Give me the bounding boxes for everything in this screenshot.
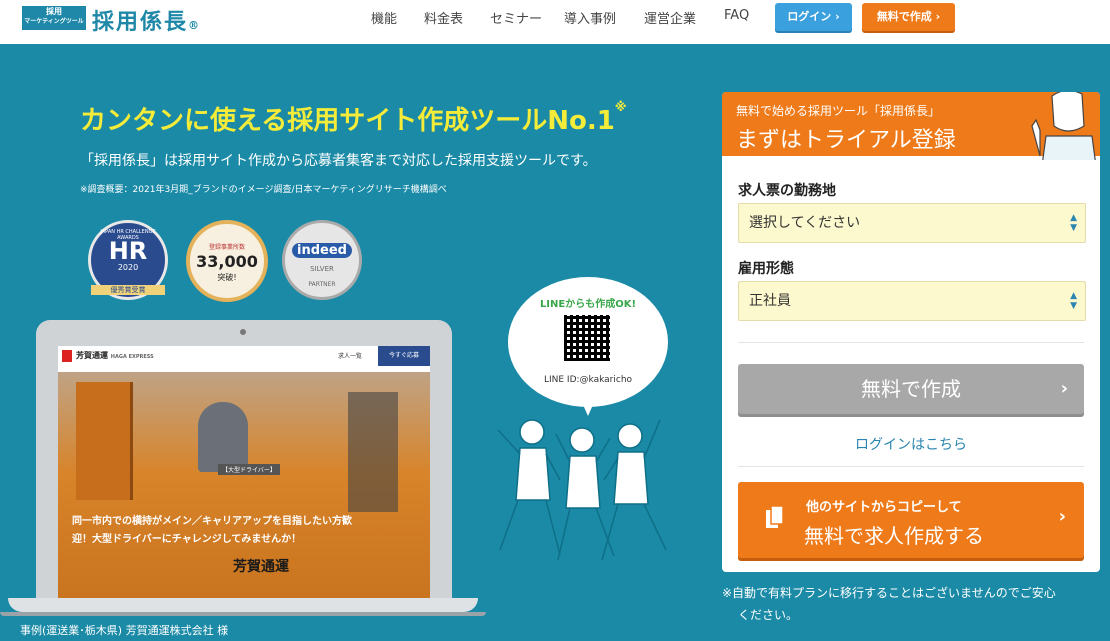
chevron-right-icon: ›	[1060, 378, 1068, 399]
laptop-base-edge	[0, 612, 486, 616]
line-qr-code[interactable]	[564, 315, 610, 361]
free-create-button[interactable]: 無料で作成 ›	[738, 364, 1084, 414]
registrations-top: 登録事業所数	[208, 244, 245, 251]
copy-button-main-text: 無料で求人作成する	[804, 524, 984, 548]
hero-survey-note: ※調査概要：2021年3月期_ブランドのイメージ調査/日本マーケティングリサーチ…	[80, 185, 447, 195]
site-caption-line2: 迎！大型ドライバーにチャレンジしてみませんか！	[72, 534, 302, 545]
logo-badge-line2: マーケティングツール	[24, 18, 84, 25]
hr-award-badge: JAPAN HR CHALLENGE AWARDS HR 2020 優秀賞受賞	[88, 220, 168, 300]
nav-pricing[interactable]: 料金表	[424, 8, 463, 27]
indeed-logo-text: indeed	[292, 243, 352, 258]
line-id-label: LINE ID:@kakaricho	[543, 375, 633, 385]
line-speech-bubble: LINEからも作成OK! LINE ID:@kakaricho	[508, 277, 668, 407]
location-select-value: 選択してください	[749, 215, 861, 231]
logo-text: 採用係長	[92, 9, 189, 35]
header-free-create-button[interactable]: 無料で作成 ›	[862, 3, 955, 31]
trial-signup-card: 無料で始める採用ツール「採用係長」 まずはトライアル登録 求人票の勤務地 選択し…	[722, 92, 1100, 572]
hero-title-mark: ※	[614, 100, 627, 114]
truck-company-text: 芳賀通運	[233, 559, 289, 575]
laptop-base	[8, 598, 478, 612]
card-title: まずはトライアル登録	[736, 128, 956, 153]
hero-title: カンタンに使える採用サイト作成ツールNo.1※	[80, 100, 626, 137]
select-arrows-icon: ▲ ▼	[1070, 213, 1077, 233]
site-caption-line1: 同一市内での横持がメイン／キャリアアップを目指したい方歓	[72, 516, 352, 527]
select-arrows-icon: ▲ ▼	[1070, 291, 1077, 311]
employment-select[interactable]: 正社員 ▲ ▼	[738, 281, 1086, 321]
form-divider	[738, 342, 1084, 343]
employment-label: 雇用形態	[738, 261, 794, 277]
nav-features[interactable]: 機能	[371, 8, 397, 27]
hr-award-ribbon: 優秀賞受賞	[91, 285, 165, 295]
registrations-bottom: 突破!	[217, 273, 237, 282]
registered-mark: ®	[188, 19, 202, 32]
logo-badge[interactable]: 採用 マーケティングツール	[22, 6, 86, 30]
company-logo-icon	[62, 350, 72, 362]
top-header: 採用 マーケティングツール 採用係長® 機能 料金表 セミナー 導入事例 運営企…	[0, 0, 1110, 44]
card-header: 無料で始める採用ツール「採用係長」 まずはトライアル登録	[722, 92, 1100, 160]
jumping-people-illustration	[497, 419, 667, 561]
logo-badge-line1: 採用	[46, 7, 62, 16]
nav-cases[interactable]: 導入事例	[564, 8, 616, 27]
hero-subtitle: 「採用係長」は採用サイト作成から応募者集客まで対応した採用支援ツールです。	[80, 153, 597, 169]
hr-award-main: HR	[108, 237, 148, 265]
copy-create-button[interactable]: 他のサイトからコピーして 無料で求人作成する ›	[738, 482, 1084, 558]
driver-figure	[198, 402, 248, 472]
form-divider	[738, 466, 1084, 467]
site-tab-jobs[interactable]: 求人一覧	[338, 351, 362, 360]
laptop-camera-icon	[240, 329, 246, 335]
location-label: 求人票の勤務地	[738, 183, 836, 199]
auto-upgrade-notice-line2: ください。	[738, 608, 799, 622]
login-link[interactable]: ログインはこちら	[722, 434, 1100, 454]
truck-side-panel	[76, 382, 133, 500]
copy-button-small-text: 他のサイトからコピーして	[806, 500, 962, 515]
site-tab-apply[interactable]: 今すぐ応募	[378, 346, 430, 366]
nav-seminar[interactable]: セミナー	[490, 8, 542, 27]
case-study-caption: 事例(運送業･栃木県) 芳賀通運株式会社 様	[20, 624, 229, 637]
auto-upgrade-notice-line1: ※自動で有料プランに移行することはございませんのでご安心	[722, 586, 1056, 600]
indeed-partner: PARTNER	[308, 281, 336, 288]
header-login-button[interactable]: ログイン ›	[775, 3, 852, 31]
free-create-label: 無料で作成	[861, 377, 961, 401]
hero-title-text: カンタンに使える採用サイト作成ツールNo.1	[80, 106, 615, 136]
nav-company[interactable]: 運営企業	[644, 8, 696, 27]
location-select[interactable]: 選択してください ▲ ▼	[738, 203, 1086, 243]
card-kicker: 無料で始める採用ツール「採用係長」	[736, 104, 941, 118]
logo-name[interactable]: 採用係長®	[92, 4, 201, 36]
truck-mirror	[348, 392, 398, 512]
indeed-partner-badge: indeed SILVER PARTNER	[282, 220, 362, 300]
site-company-name: 芳賀通運 HAGA EXPRESS	[76, 351, 154, 360]
chevron-right-icon: ›	[1058, 506, 1066, 527]
registrations-count: 33,000	[196, 252, 258, 271]
site-hero-image: 【大型ドライバー】 同一市内での横持がメイン／キャリアアップを目指したい方歓 迎…	[58, 372, 430, 598]
indeed-silver: SILVER	[310, 265, 334, 273]
copy-document-icon	[766, 506, 784, 528]
laptop-mockup: 芳賀通運 HAGA EXPRESS 求人一覧 今すぐ応募 【大型ドライバー】 同…	[36, 320, 452, 598]
mascot-man-illustration	[1031, 92, 1096, 160]
nav-faq[interactable]: FAQ	[724, 8, 749, 23]
registrations-badge: 登録事業所数 33,000 突破!	[186, 220, 268, 302]
hr-award-year: 2020	[117, 263, 139, 272]
site-job-tag: 【大型ドライバー】	[218, 464, 280, 475]
line-bubble-title: LINEからも作成OK!	[539, 299, 637, 310]
employment-select-value: 正社員	[749, 293, 791, 309]
laptop-screen: 芳賀通運 HAGA EXPRESS 求人一覧 今すぐ応募 【大型ドライバー】 同…	[58, 346, 430, 598]
